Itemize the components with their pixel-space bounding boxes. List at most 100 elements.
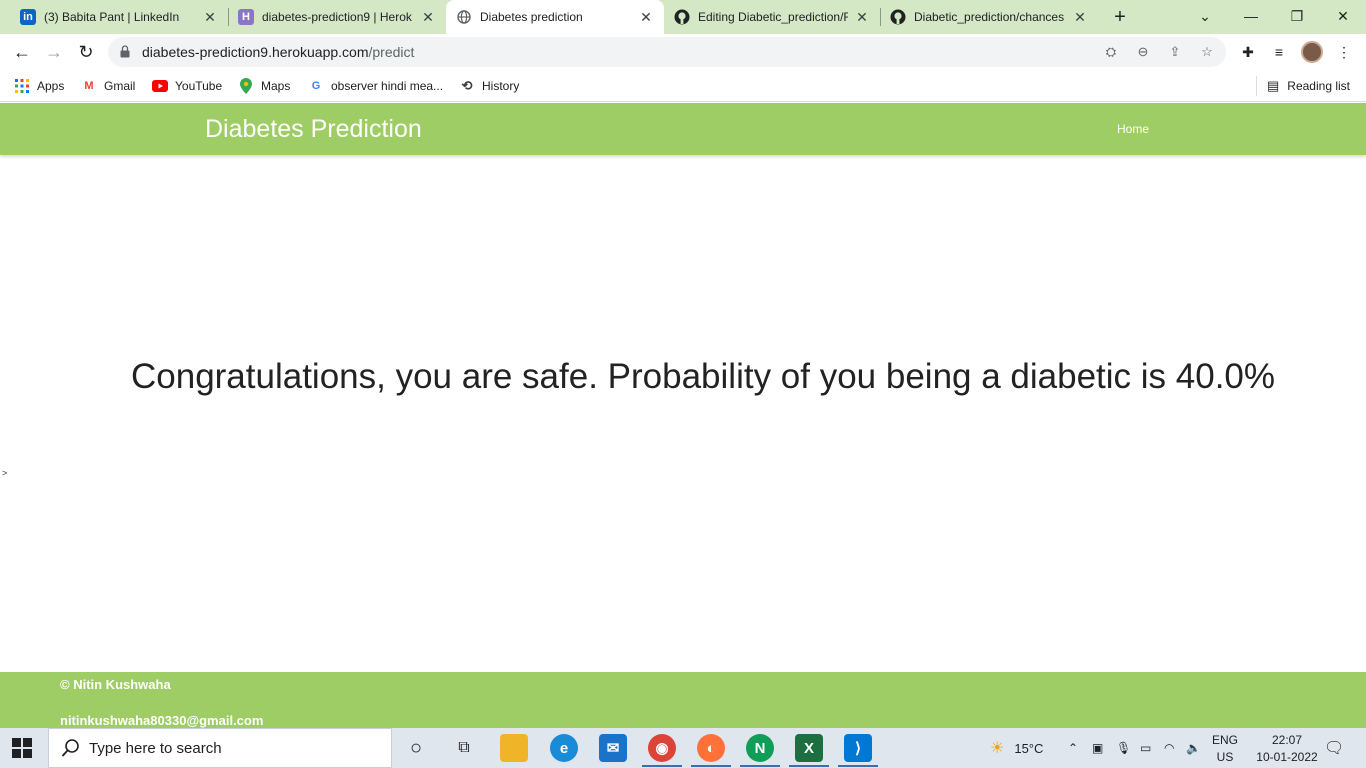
footer-email: nitinkushwaha80330@gmail.com — [60, 713, 264, 728]
clock[interactable]: 22:07 10-01-2022 — [1256, 733, 1318, 764]
bookmark-label: Gmail — [104, 79, 136, 93]
tab-search-chevron-icon[interactable]: ⌄ — [1182, 0, 1228, 32]
minimize-icon[interactable]: — — [1228, 0, 1274, 32]
reading-list-label: Reading list — [1287, 79, 1350, 93]
weather-temp: 15°C — [1014, 740, 1044, 756]
reading-list-icon: ▤ — [1267, 78, 1280, 93]
history-icon: ⟲ — [461, 78, 473, 93]
nav-home-link[interactable]: Home — [1117, 122, 1149, 136]
bookmark-maps[interactable]: Maps — [238, 76, 290, 96]
forward-arrow-icon[interactable]: → — [40, 38, 68, 66]
volume-icon[interactable]: 🔈 — [1186, 728, 1201, 768]
bookmark-label: History — [482, 79, 520, 93]
url-host: diabetes-prediction9.herokuapp.com — [142, 44, 369, 60]
close-icon[interactable]: ✕ — [638, 9, 654, 25]
firefox-running-indicator — [691, 765, 731, 767]
reload-icon[interactable]: ↻ — [72, 38, 100, 66]
media-control-icon[interactable]: ≡ — [1270, 43, 1288, 61]
meet-now-icon[interactable]: ▣ — [1092, 728, 1103, 768]
bookmark-label: YouTube — [175, 79, 223, 93]
prediction-result-text: Congratulations, you are safe. Probabili… — [130, 357, 1276, 396]
taskbar-search-box[interactable]: Type here to search — [48, 728, 392, 768]
site-brand[interactable]: Diabetes Prediction — [205, 115, 422, 144]
browser-toolbar: ← → ↻ diabetes-prediction9.herokuapp.com… — [0, 34, 1366, 70]
battery-icon[interactable]: ▭ — [1140, 728, 1151, 768]
windows-start-icon[interactable] — [12, 738, 32, 758]
bookmark-label: Apps — [37, 79, 65, 93]
profile-avatar[interactable] — [1301, 41, 1323, 63]
file-explorer-icon[interactable] — [500, 734, 528, 762]
weather-widget[interactable]: ☀ 15°C — [990, 728, 1043, 768]
tab-title: Diabetic_prediction/chances — [914, 10, 1064, 24]
extensions-puzzle-icon[interactable]: ✚ — [1239, 43, 1257, 61]
tray-chevron-icon[interactable]: ⌃ — [1068, 728, 1078, 768]
mail-icon[interactable]: ✉ — [599, 734, 627, 762]
zoom-icon[interactable]: ⊖ — [1135, 44, 1151, 60]
lang-top: ENG — [1211, 733, 1238, 747]
excel-icon[interactable]: X — [795, 734, 823, 762]
bookmark-apps[interactable]: Apps — [14, 76, 64, 96]
close-icon[interactable]: ✕ — [1072, 9, 1088, 25]
chrome-icon[interactable]: ◉ — [648, 734, 676, 762]
cortana-circle-icon[interactable]: ○ — [402, 734, 430, 762]
tab-linkedin[interactable]: in (3) Babita Pant | LinkedIn ✕ — [0, 0, 228, 34]
notification-center-icon[interactable]: 🗨 — [1324, 728, 1344, 768]
heroku-icon: H — [238, 9, 254, 25]
restore-icon[interactable]: ❐ — [1274, 0, 1320, 32]
gmail-icon: M — [84, 80, 94, 92]
google-icon: G — [311, 80, 321, 92]
close-icon[interactable]: ✕ — [420, 9, 436, 25]
url-path: /predict — [368, 44, 415, 60]
linkedin-icon: in — [20, 9, 36, 25]
site-footer: © Nitin Kushwaha nitinkushwaha80330@gmai… — [0, 672, 1366, 728]
close-icon[interactable]: ✕ — [854, 9, 870, 25]
search-icon — [61, 739, 79, 757]
tab-heroku[interactable]: H diabetes-prediction9 | Heroku ✕ — [228, 0, 446, 34]
kebab-menu-icon[interactable]: ⋮ — [1335, 43, 1353, 61]
footer-copyright: © Nitin Kushwaha — [60, 677, 171, 692]
vscode-running-indicator — [838, 765, 878, 767]
tab-title: (3) Babita Pant | LinkedIn — [44, 10, 180, 24]
edge-icon[interactable]: e — [550, 734, 578, 762]
language-indicator[interactable]: ENG US — [1208, 733, 1242, 764]
bookmark-observer[interactable]: G observer hindi mea... — [308, 76, 443, 96]
reading-list-button[interactable]: ▤ Reading list — [1256, 76, 1350, 96]
wifi-icon[interactable]: ◠ — [1164, 728, 1174, 768]
excel-running-indicator — [789, 765, 829, 767]
youtube-icon — [152, 78, 168, 94]
bookmark-youtube[interactable]: YouTube — [152, 76, 222, 96]
bookmark-gmail[interactable]: M Gmail — [81, 76, 135, 96]
task-view-icon[interactable]: ⧉ — [450, 734, 478, 762]
tab-github-editing[interactable]: Editing Diabetic_prediction/R ✕ — [664, 0, 880, 34]
bookmark-label: observer hindi mea... — [331, 79, 444, 93]
address-bar[interactable]: diabetes-prediction9.herokuapp.com/predi… — [108, 37, 1226, 67]
github-icon — [890, 9, 906, 25]
tab-title: diabetes-prediction9 | Heroku — [262, 10, 412, 24]
tab-diabetes-prediction[interactable]: Diabetes prediction ✕ — [446, 0, 664, 34]
firefox-icon[interactable]: ◐ — [697, 734, 725, 762]
windows-taskbar: Type here to search ○ ⧉ e ✉ ◉ ◐ N X ⟩ ☀ … — [0, 728, 1366, 768]
lang-bottom: US — [1216, 750, 1234, 764]
chrome-running-indicator — [642, 765, 682, 767]
clock-date: 10-01-2022 — [1256, 750, 1318, 764]
share-icon[interactable]: ⇪ — [1167, 44, 1183, 60]
globe-icon — [456, 9, 472, 25]
tab-github-chances[interactable]: Diabetic_prediction/chances ✕ — [880, 0, 1098, 34]
new-tab-plus-icon[interactable]: + — [1108, 5, 1132, 29]
clock-time: 22:07 — [1271, 733, 1303, 747]
browser-tab-strip: in (3) Babita Pant | LinkedIn ✕ H diabet… — [0, 0, 1366, 34]
window-close-icon[interactable]: ✕ — [1320, 0, 1366, 32]
microphone-icon[interactable]: 🎙 — [1116, 728, 1131, 768]
close-icon[interactable]: ✕ — [202, 9, 218, 25]
web-page: Diabetes Prediction Home Congratulations… — [0, 103, 1366, 728]
github-icon — [674, 9, 690, 25]
vscode-icon[interactable]: ⟩ — [844, 734, 872, 762]
chrome-profile-running-indicator — [740, 765, 780, 767]
bookmark-label: Maps — [261, 79, 291, 93]
lock-icon — [120, 45, 130, 58]
bookmark-history[interactable]: ⟲ History — [459, 76, 520, 96]
bookmark-star-icon[interactable]: ☆ — [1199, 44, 1215, 60]
chrome-profile-icon[interactable]: N — [746, 734, 774, 762]
translate-icon[interactable]: ⛭ — [1103, 44, 1119, 60]
back-arrow-icon[interactable]: ← — [8, 38, 36, 66]
